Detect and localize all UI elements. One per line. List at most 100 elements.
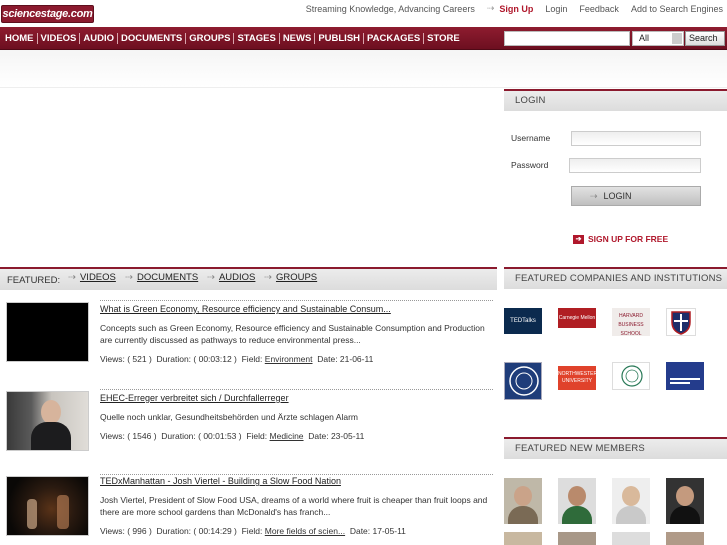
item-views: Views: ( 521 ) xyxy=(100,354,152,364)
item-meta: Views: ( 996 ) Duration: ( 00:14:29 ) Fi… xyxy=(100,526,406,536)
item-field-label: Field: xyxy=(241,354,263,364)
nav-stages[interactable]: STAGES xyxy=(234,33,280,44)
nav-home[interactable]: HOME xyxy=(2,33,38,44)
item-field-link[interactable]: Medicine xyxy=(270,431,304,441)
search-input[interactable] xyxy=(504,31,630,46)
video-player-area[interactable] xyxy=(0,89,497,267)
search-category-select[interactable]: All xyxy=(632,31,684,46)
top-links: Streaming Knowledge, Advancing Careers ⇢… xyxy=(306,3,723,14)
avatar[interactable] xyxy=(558,532,596,545)
seal-icon xyxy=(621,365,643,387)
nav-groups[interactable]: GROUPS xyxy=(186,33,235,44)
avatar[interactable] xyxy=(612,478,650,524)
nav-store[interactable]: STORE xyxy=(424,33,463,44)
video-thumbnail[interactable] xyxy=(6,302,89,362)
avatar-body xyxy=(670,506,700,524)
avatar[interactable] xyxy=(612,532,650,545)
arrow-right-icon: ⇢ xyxy=(207,272,215,283)
avatar[interactable] xyxy=(666,532,704,545)
item-duration: Duration: ( 00:01:53 ) xyxy=(161,431,242,441)
login-button[interactable]: ⇢ LOGIN xyxy=(571,186,701,206)
nav-videos[interactable]: VIDEOS xyxy=(38,33,81,44)
chevron-down-icon xyxy=(672,33,682,44)
divider xyxy=(100,300,493,301)
item-description: Josh Viertel, President of Slow Food USA… xyxy=(100,495,488,517)
avatar[interactable] xyxy=(666,478,704,524)
arrow-right-icon: ➔ xyxy=(573,234,584,244)
divider xyxy=(100,474,493,475)
item-duration: Duration: ( 00:14:29 ) xyxy=(156,526,237,536)
company-logo[interactable]: Carnegie Mellon xyxy=(558,308,596,328)
tab-videos-label: VIDEOS xyxy=(79,272,116,283)
item-meta: Views: ( 1546 ) Duration: ( 00:01:53 ) F… xyxy=(100,431,364,441)
search-button[interactable]: Search xyxy=(685,31,725,46)
signup-free-link[interactable]: ➔ SIGN UP FOR FREE xyxy=(573,234,668,244)
cern-logo-icon xyxy=(509,366,539,396)
arrow-right-icon: ⇢ xyxy=(125,272,133,283)
login-button-label: LOGIN xyxy=(603,191,632,201)
featured-bar: FEATURED: ⇢ VIDEOS ⇢ DOCUMENTS ⇢ AUDIOS ⇢ GR… xyxy=(0,267,497,290)
list-item: TEDxManhattan - Josh Viertel - Building … xyxy=(0,470,497,545)
signup-link[interactable]: Sign Up xyxy=(499,4,533,14)
nav-publish[interactable]: PUBLISH xyxy=(315,33,365,44)
password-label: Password xyxy=(511,160,549,170)
company-logo[interactable]: TEDTalks xyxy=(504,308,542,334)
password-field[interactable] xyxy=(569,158,701,173)
item-title[interactable]: TEDxManhattan - Josh Viertel - Building … xyxy=(100,476,341,486)
company-logo[interactable]: NORTHWESTERN UNIVERSITY xyxy=(558,366,596,390)
tagline: Streaming Knowledge, Advancing Careers xyxy=(305,3,475,14)
thumbnail-figure xyxy=(27,499,37,529)
item-description: Concepts such as Green Economy, Resource… xyxy=(100,323,485,345)
item-date: Date: 21-06-11 xyxy=(317,354,374,364)
nav-audio[interactable]: AUDIO xyxy=(80,33,119,44)
item-date: Date: 17-05-11 xyxy=(349,526,406,536)
site-logo[interactable]: sciencestage.com xyxy=(1,5,94,23)
video-thumbnail[interactable] xyxy=(6,391,89,451)
feedback-link[interactable]: Feedback xyxy=(579,4,619,14)
avatar-head xyxy=(568,486,586,506)
tab-videos[interactable]: ⇢ VIDEOS xyxy=(68,272,116,283)
avatar-head xyxy=(514,486,532,506)
company-logo[interactable] xyxy=(504,362,542,400)
companies-heading: FEATURED COMPANIES AND INSTITUTIONS xyxy=(504,267,727,289)
item-field-label: Field: xyxy=(246,431,268,441)
item-title[interactable]: EHEC-Erreger verbreitet sich / Durchfall… xyxy=(100,393,289,403)
avatar-body xyxy=(616,506,646,524)
item-field-link[interactable]: More fields of scien... xyxy=(265,526,345,536)
arrow-right-icon: ⇢ xyxy=(264,272,272,283)
crest-icon xyxy=(671,311,691,335)
item-meta: Views: ( 521 ) Duration: ( 00:03:12 ) Fi… xyxy=(100,354,373,364)
item-date: Date: 23-05-11 xyxy=(308,431,365,441)
tab-groups-label: GROUPS xyxy=(275,272,318,283)
tab-audios[interactable]: ⇢ AUDIOS xyxy=(207,272,255,283)
tab-audios-label: AUDIOS xyxy=(218,272,256,283)
login-heading: LOGIN xyxy=(504,89,727,111)
signup-free-label: SIGN UP FOR FREE xyxy=(588,234,669,244)
tab-groups[interactable]: ⇢ GROUPS xyxy=(264,272,317,283)
avatar-body xyxy=(562,506,592,524)
members-heading: FEATURED NEW MEMBERS xyxy=(504,437,727,459)
add-search-engine-link[interactable]: Add to Search Engines xyxy=(631,4,723,14)
nav-packages[interactable]: PACKAGES xyxy=(364,33,425,44)
thumbnail-face xyxy=(41,400,61,424)
item-field-label: Field: xyxy=(241,526,263,536)
company-logo[interactable] xyxy=(612,362,650,390)
item-title[interactable]: What is Green Economy, Resource efficien… xyxy=(100,304,391,314)
company-logo[interactable] xyxy=(666,308,696,336)
item-field-link[interactable]: Environment xyxy=(265,354,313,364)
avatar[interactable] xyxy=(504,532,542,545)
avatar[interactable] xyxy=(558,478,596,524)
top-bar: sciencestage.com Streaming Knowledge, Ad… xyxy=(0,0,727,27)
username-field[interactable] xyxy=(571,131,701,146)
avatar[interactable] xyxy=(504,478,542,524)
login-link[interactable]: Login xyxy=(545,4,567,14)
avatar-body xyxy=(508,506,538,524)
company-logo[interactable] xyxy=(666,362,704,390)
tab-documents-label: DOCUMENTS xyxy=(136,272,199,283)
video-thumbnail[interactable] xyxy=(6,476,89,536)
main-navbar: HOME VIDEOS AUDIO DOCUMENTS GROUPS STAGE… xyxy=(0,27,727,50)
tab-documents[interactable]: ⇢ DOCUMENTS xyxy=(125,272,198,283)
nav-news[interactable]: NEWS xyxy=(280,33,316,44)
nav-documents[interactable]: DOCUMENTS xyxy=(118,33,187,44)
company-logo[interactable]: HARVARD BUSINESS SCHOOL xyxy=(612,308,650,336)
